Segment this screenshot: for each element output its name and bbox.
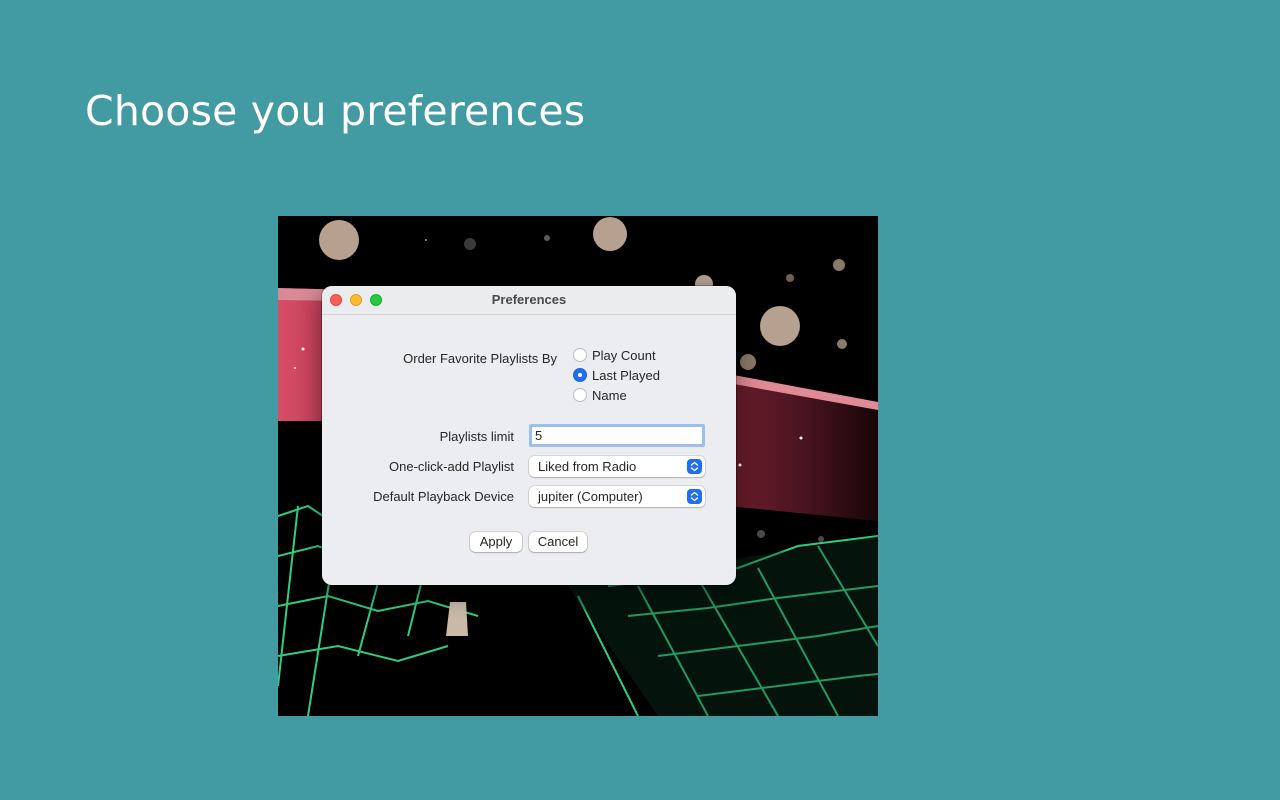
radio-option-last-played[interactable]: Last Played xyxy=(573,366,660,384)
default-playback-device-select[interactable]: jupiter (Computer) xyxy=(529,486,705,507)
radio-label-last-played: Last Played xyxy=(592,367,660,383)
radio-button-play-count[interactable] xyxy=(573,348,587,362)
radio-option-play-count[interactable]: Play Count xyxy=(573,346,656,364)
playlists-limit-input[interactable] xyxy=(529,424,705,447)
radio-label-play-count: Play Count xyxy=(592,347,656,363)
default-playback-device-label: Default Playback Device xyxy=(373,489,514,504)
cancel-button[interactable]: Cancel xyxy=(529,532,587,552)
radio-button-name[interactable] xyxy=(573,388,587,402)
chevron-up-down-icon xyxy=(687,489,702,504)
apply-button[interactable]: Apply xyxy=(470,532,522,552)
one-click-add-playlist-select[interactable]: Liked from Radio xyxy=(529,456,705,477)
preferences-window: Preferences Order Favorite Playlists By … xyxy=(322,286,736,585)
radio-button-last-played[interactable] xyxy=(573,368,587,382)
window-titlebar[interactable]: Preferences xyxy=(322,286,736,315)
default-playback-device-value: jupiter (Computer) xyxy=(538,489,643,504)
playlists-limit-label: Playlists limit xyxy=(439,429,514,444)
radio-label-name: Name xyxy=(592,387,627,403)
one-click-add-playlist-value: Liked from Radio xyxy=(538,459,637,474)
window-title: Preferences xyxy=(491,292,567,307)
chevron-up-down-icon xyxy=(687,459,702,474)
page-heading: Choose you preferences xyxy=(85,87,586,135)
one-click-add-playlist-label: One-click-add Playlist xyxy=(389,459,514,474)
order-favorite-playlists-label: Order Favorite Playlists By xyxy=(403,351,557,366)
radio-option-name[interactable]: Name xyxy=(573,386,627,404)
